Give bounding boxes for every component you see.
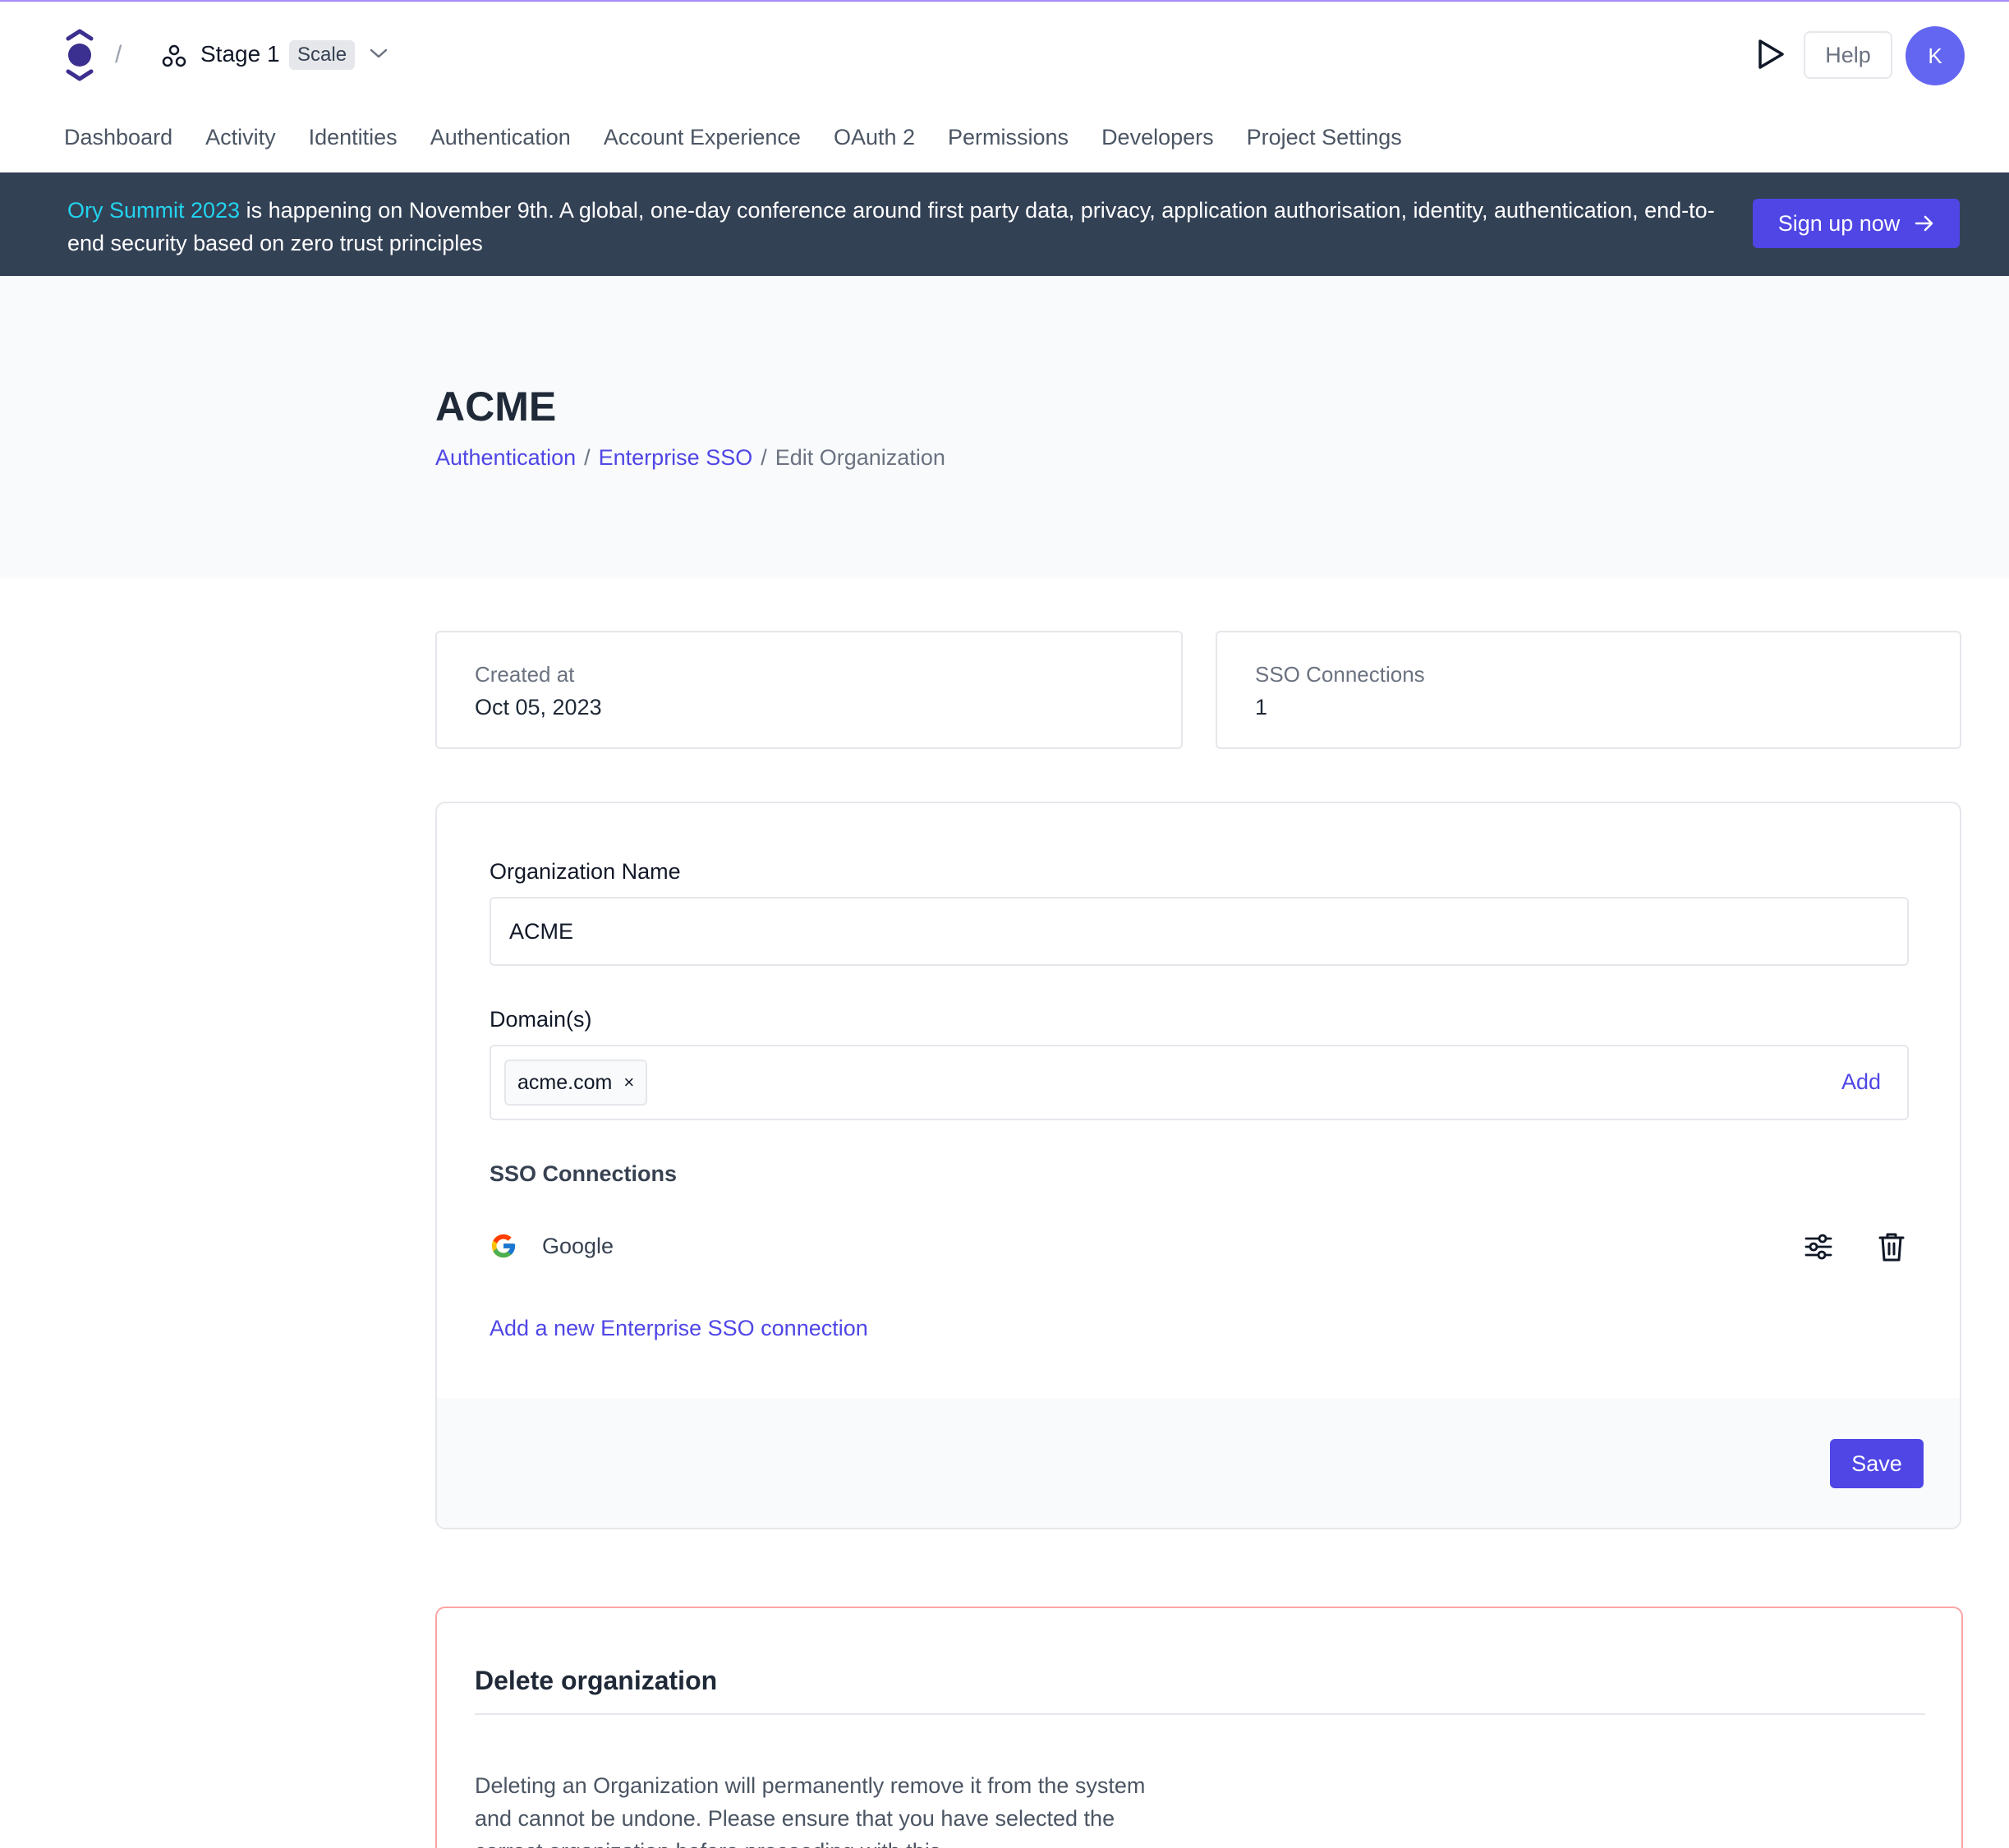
form-footer: Save bbox=[437, 1398, 1960, 1528]
breadcrumb: Authentication / Enterprise SSO / Edit Organ… bbox=[435, 445, 945, 471]
sso-connections-label: SSO Connections bbox=[1255, 662, 1425, 687]
delete-organization-description: Deleting an Organization will permanentl… bbox=[475, 1773, 1146, 1848]
domains-input[interactable]: acme.com × Add bbox=[490, 1045, 1909, 1120]
announcement-banner: Ory Summit 2023 is happening on November… bbox=[0, 172, 2009, 276]
project-icon bbox=[162, 44, 186, 67]
breadcrumb-enterprise-sso[interactable]: Enterprise SSO bbox=[599, 445, 753, 470]
help-button[interactable]: Help bbox=[1804, 31, 1892, 79]
page-title: ACME bbox=[435, 384, 557, 430]
organization-form: Organization Name Domain(s) acme.com × A… bbox=[435, 802, 1961, 1529]
delete-organization-card: Delete organization Deleting an Organiza… bbox=[435, 1607, 1963, 1848]
breadcrumb-separator: / bbox=[584, 445, 591, 470]
sign-up-label: Sign up now bbox=[1777, 210, 1901, 236]
nav-oauth2[interactable]: OAuth 2 bbox=[834, 125, 915, 150]
sliders-icon[interactable] bbox=[1804, 1232, 1833, 1262]
trash-icon[interactable] bbox=[1878, 1230, 1906, 1263]
play-icon[interactable] bbox=[1756, 38, 1786, 71]
close-icon[interactable]: × bbox=[623, 1072, 634, 1093]
banner-message: Ory Summit 2023 is happening on November… bbox=[67, 194, 1743, 260]
page: / Stage 1 Scale Help K Dashboard Activit… bbox=[0, 0, 2009, 1848]
plan-badge: Scale bbox=[289, 40, 356, 70]
chevron-down-icon[interactable] bbox=[370, 48, 388, 59]
nav-authentication[interactable]: Authentication bbox=[430, 125, 571, 150]
ory-logo-icon[interactable] bbox=[64, 28, 95, 82]
save-button[interactable]: Save bbox=[1830, 1439, 1924, 1488]
nav-project-settings[interactable]: Project Settings bbox=[1247, 125, 1402, 150]
sso-connections-count: 1 bbox=[1255, 695, 1268, 719]
created-at-card: Created at Oct 05, 2023 bbox=[435, 631, 1183, 749]
org-name-label: Organization Name bbox=[490, 859, 681, 884]
project-name[interactable]: Stage 1 bbox=[200, 41, 280, 67]
sign-up-button[interactable]: Sign up now bbox=[1753, 199, 1960, 248]
domains-label: Domain(s) bbox=[490, 1007, 592, 1032]
sso-connection-row: Google bbox=[490, 1221, 1909, 1273]
header-separator: / bbox=[115, 41, 122, 68]
page-header: ACME Authentication / Enterprise SSO / Edit … bbox=[0, 276, 2009, 578]
created-at-label: Created at bbox=[475, 662, 575, 687]
domain-tag-label: acme.com bbox=[517, 1070, 613, 1094]
sso-connections-heading: SSO Connections bbox=[490, 1161, 678, 1186]
org-name-input[interactable] bbox=[490, 897, 1909, 966]
divider bbox=[475, 1713, 1925, 1715]
domain-tag: acme.com × bbox=[504, 1060, 648, 1106]
arrow-right-icon bbox=[1915, 215, 1933, 232]
nav-permissions[interactable]: Permissions bbox=[948, 125, 1069, 150]
nav-identities[interactable]: Identities bbox=[309, 125, 398, 150]
banner-text: is happening on November 9th. A global, … bbox=[67, 198, 1715, 255]
avatar[interactable]: K bbox=[1906, 26, 1965, 85]
nav-dashboard[interactable]: Dashboard bbox=[64, 125, 172, 150]
top-header: / Stage 1 Scale Help K Dashboard Activit… bbox=[0, 0, 2009, 172]
breadcrumb-current: Edit Organization bbox=[775, 445, 945, 470]
add-domain-button[interactable]: Add bbox=[1841, 1069, 1881, 1095]
add-sso-connection-link[interactable]: Add a new Enterprise SSO connection bbox=[490, 1316, 868, 1341]
delete-organization-title: Delete organization bbox=[475, 1666, 718, 1695]
nav-developers[interactable]: Developers bbox=[1101, 125, 1214, 150]
nav-activity[interactable]: Activity bbox=[205, 125, 276, 150]
nav-account-experience[interactable]: Account Experience bbox=[604, 125, 801, 150]
breadcrumb-authentication[interactable]: Authentication bbox=[435, 445, 576, 470]
breadcrumb-separator: / bbox=[761, 445, 767, 470]
connection-name: Google bbox=[542, 1234, 614, 1258]
google-icon bbox=[491, 1234, 516, 1258]
created-at-value: Oct 05, 2023 bbox=[475, 695, 602, 719]
main-nav: Dashboard Activity Identities Authentica… bbox=[64, 125, 1435, 150]
sso-connections-card: SSO Connections 1 bbox=[1216, 631, 1961, 749]
banner-link[interactable]: Ory Summit 2023 bbox=[67, 198, 240, 223]
